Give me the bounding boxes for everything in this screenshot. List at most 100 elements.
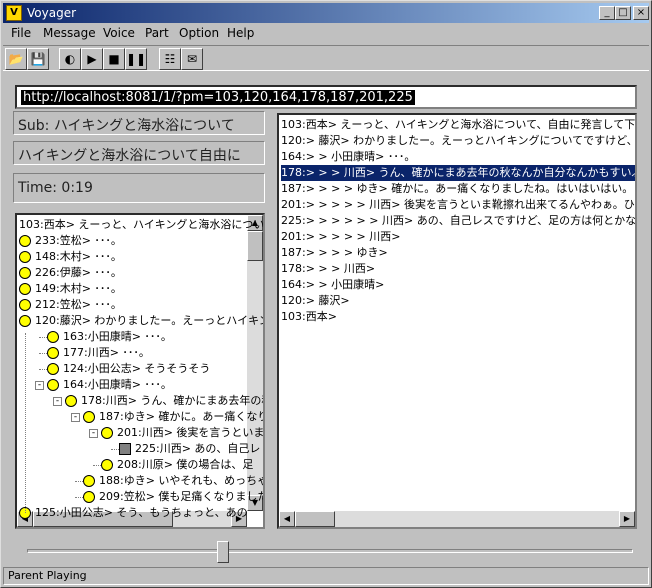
save-button[interactable]: 💾 xyxy=(27,48,49,70)
menu-file[interactable]: File xyxy=(11,26,31,40)
list-item[interactable]: 187:> > > > ゆき> 確かに。あー痛くなりましたね。はいはいはい。 xyxy=(281,181,635,197)
list-item[interactable]: 103:西本> えーっと、ハイキングと海水浴について、自由に発言して下さい。 xyxy=(281,117,635,133)
tree-item[interactable]: 226:伊藤> ･･･。 xyxy=(35,265,122,281)
tree-connector xyxy=(39,337,47,338)
tree-item[interactable]: 201:川西> 後実を言うといま xyxy=(117,425,263,441)
menu-bar: File Message Voice Part Option Help xyxy=(3,23,649,43)
message-dot-icon xyxy=(19,235,31,247)
time-field: Time: 0:19 xyxy=(13,173,265,203)
subject-field: ハイキングと海水浴について自由に xyxy=(13,141,265,165)
playback-slider-thumb[interactable] xyxy=(217,541,230,563)
save-icon: 💾 xyxy=(30,52,46,66)
message-dot-icon xyxy=(47,379,59,391)
mail-icon: ✉ xyxy=(186,52,198,66)
tree-item[interactable]: 120:藤沢> わかりましたー。えーっとハイキング xyxy=(35,313,263,329)
scroll-thumb[interactable] xyxy=(295,511,335,527)
list-item[interactable]: 178:> > > 川西> うん、確かにまあ去年の秋なんか自分なんかもすいぶん足… xyxy=(281,165,635,181)
open-icon: 📂 xyxy=(8,52,24,66)
url-text: http://localhost:8081/1/?pm=103,120,164,… xyxy=(21,90,415,105)
list-item[interactable]: 225:> > > > > > 川西> あの、自己レスですけど、足の方は何とかな… xyxy=(281,213,635,229)
thread-tree[interactable]: ▲ ▼ ◀ ▶ 103:西本> えーっと、ハイキングと海水浴について、自233:… xyxy=(15,213,265,529)
maximize-button[interactable]: □ xyxy=(615,6,631,20)
list-item[interactable]: 178:> > > 川西> xyxy=(281,261,635,277)
scroll-right-icon[interactable]: ▶ xyxy=(619,511,635,527)
tree-item[interactable]: 208:川原> 僕の場合は、足 xyxy=(117,457,253,473)
tree-item[interactable]: 164:小田康晴> ･･･。 xyxy=(63,377,172,393)
tree-item[interactable]: 149:木村> ･･･。 xyxy=(35,281,122,297)
message-dot-icon xyxy=(83,491,95,503)
list-button[interactable]: ☷ xyxy=(159,48,181,70)
tree-item[interactable]: 209:笠松> 僕も足痛くなりました xyxy=(99,489,263,505)
menu-option[interactable]: Option xyxy=(179,26,219,40)
expand-toggle[interactable]: - xyxy=(71,413,80,422)
tree-item[interactable]: 212:笠松> ･･･。 xyxy=(35,297,122,313)
menu-part[interactable]: Part xyxy=(145,26,169,40)
menu-message[interactable]: Message xyxy=(43,26,96,40)
sub-field: Sub: ハイキングと海水浴について xyxy=(13,111,265,135)
open-button[interactable]: 📂 xyxy=(5,48,27,70)
menu-voice[interactable]: Voice xyxy=(103,26,135,40)
list-horizontal-scrollbar[interactable]: ◀ ▶ xyxy=(279,511,635,527)
tree-item[interactable]: 233:笠松> ･･･。 xyxy=(35,233,122,249)
tree-item[interactable]: 103:西本> えーっと、ハイキングと海水浴について、自 xyxy=(19,217,263,233)
close-button[interactable]: × xyxy=(633,6,649,20)
tree-connector xyxy=(111,449,119,450)
playback-slider-track[interactable] xyxy=(27,549,633,553)
voyager-app-icon: V xyxy=(6,5,22,21)
list-item[interactable]: 201:> > > > > 川西> xyxy=(281,229,635,245)
toolbar: 📂 💾 ◐ ▶ ■ ❚❚ ☷ ✉ xyxy=(3,45,649,71)
pause-icon: ❚❚ xyxy=(126,52,147,66)
minimize-button[interactable]: _ xyxy=(599,6,615,20)
expand-toggle[interactable]: - xyxy=(53,397,62,406)
sub-label: Sub: ハイキングと海水浴について xyxy=(18,118,235,134)
scroll-thumb[interactable] xyxy=(247,231,263,261)
list-item[interactable]: 164:> > 小田康晴> ･･･。 xyxy=(281,149,635,165)
url-input[interactable]: http://localhost:8081/1/?pm=103,120,164,… xyxy=(15,85,637,109)
pause-button[interactable]: ❚❚ xyxy=(125,48,147,70)
message-dot-icon xyxy=(47,347,59,359)
rewind-icon: ◐ xyxy=(64,52,76,66)
tree-item[interactable]: 178:川西> うん、確かにまあ去年の秋 xyxy=(81,393,263,409)
play-button[interactable]: ▶ xyxy=(81,48,103,70)
list-item[interactable]: 120:> 藤沢> xyxy=(281,293,635,309)
tree-item[interactable]: 187:ゆき> 確かに。あー痛くなりま xyxy=(99,409,263,425)
list-item[interactable]: 201:> > > > > 川西> 後実を言うといま靴擦れ出来てるんやわぁ。ひょ… xyxy=(281,197,635,213)
scroll-left-icon[interactable]: ◀ xyxy=(279,511,295,527)
time-label: Time: 0:19 xyxy=(18,180,93,196)
expand-toggle[interactable]: - xyxy=(89,429,98,438)
tree-item[interactable]: 225:川西> あの、自己レ xyxy=(135,441,260,457)
list-item[interactable]: 187:> > > > ゆき> xyxy=(281,245,635,261)
list-item[interactable]: 120:> 藤沢> わかりましたー。えーっとハイキングについてですけど、もうちょ xyxy=(281,133,635,149)
message-dot-icon xyxy=(19,267,31,279)
tree-item[interactable]: 188:ゆき> いやそれも、めっちゃあ xyxy=(99,473,263,489)
tree-connector xyxy=(25,333,26,513)
tree-item[interactable]: 177:川西> ･･･。 xyxy=(63,345,150,361)
rewind-button[interactable]: ◐ xyxy=(59,48,81,70)
message-dot-icon xyxy=(19,299,31,311)
message-dot-icon xyxy=(65,395,77,407)
title-bar[interactable]: V Voyager _ □ × xyxy=(3,3,649,23)
message-square-icon xyxy=(119,443,131,455)
expand-toggle[interactable]: - xyxy=(35,381,44,390)
subject-text: ハイキングと海水浴について自由に xyxy=(18,148,241,164)
message-dot-icon xyxy=(47,363,59,375)
tree-connector xyxy=(75,481,83,482)
tree-item[interactable]: 148:木村> ･･･。 xyxy=(35,249,122,265)
tree-item[interactable]: 124:小田公志> そうそうそう xyxy=(63,361,210,377)
tree-item[interactable]: 125:小田公志> そう、もうちょっと、あの xyxy=(35,505,248,521)
tree-connector xyxy=(93,465,101,466)
message-dot-icon xyxy=(101,459,113,471)
message-dot-icon xyxy=(83,411,95,423)
message-list[interactable]: ◀ ▶ 103:西本> えーっと、ハイキングと海水浴について、自由に発言して下さ… xyxy=(277,113,637,529)
mail-button[interactable]: ✉ xyxy=(181,48,203,70)
tree-connector xyxy=(75,497,83,498)
message-dot-icon xyxy=(101,427,113,439)
tree-item[interactable]: 163:小田康晴> ･･･。 xyxy=(63,329,172,345)
menu-help[interactable]: Help xyxy=(227,26,254,40)
list-item[interactable]: 103:西本> xyxy=(281,309,635,325)
list-item[interactable]: 164:> > 小田康晴> xyxy=(281,277,635,293)
stop-icon: ■ xyxy=(108,52,120,66)
window-title: Voyager xyxy=(27,6,77,20)
message-dot-icon xyxy=(83,475,95,487)
stop-button[interactable]: ■ xyxy=(103,48,125,70)
